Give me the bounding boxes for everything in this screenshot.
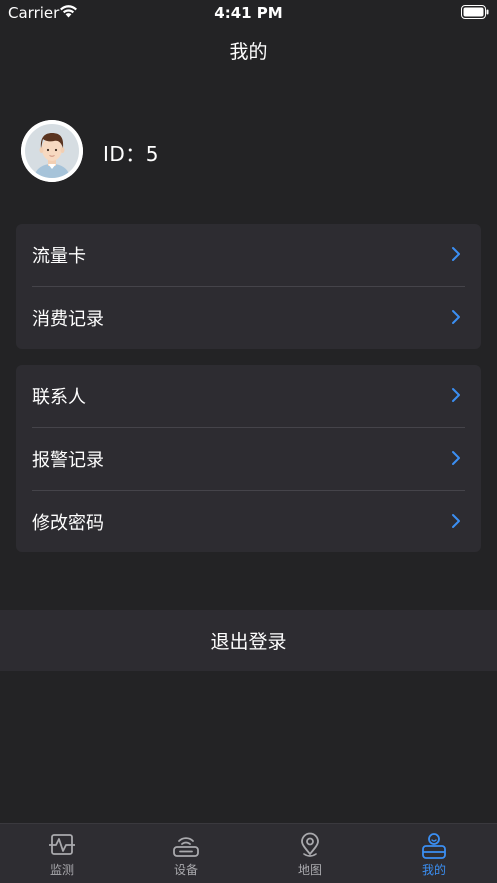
device-icon xyxy=(173,837,199,857)
menu-item-label: 消费记录 xyxy=(32,309,104,330)
map-pin-icon xyxy=(301,832,319,857)
chevron-right-icon xyxy=(452,310,460,324)
menu-item-label: 修改密码 xyxy=(32,513,104,534)
tab-bar: 监测 设备 地图 我的 xyxy=(0,823,497,883)
user-id: ID：5 xyxy=(103,142,160,166)
tab-mine[interactable]: 我的 xyxy=(372,824,496,883)
menu-item-contacts[interactable]: 联系人 xyxy=(16,365,481,427)
profile-header: ID：5 xyxy=(21,120,481,182)
page-title: 我的 xyxy=(229,41,268,63)
chevron-right-icon xyxy=(452,514,460,528)
tab-monitor[interactable]: 监测 xyxy=(0,824,124,883)
monitor-icon xyxy=(49,834,75,855)
tab-label: 地图 xyxy=(297,863,322,877)
logout-label: 退出登录 xyxy=(210,631,287,653)
menu-group-1: 流量卡 消费记录 xyxy=(16,224,481,349)
chevron-right-icon xyxy=(452,247,460,261)
menu-item-label: 报警记录 xyxy=(32,450,104,471)
menu-item-change-password[interactable]: 修改密码 xyxy=(16,491,481,553)
tab-device[interactable]: 设备 xyxy=(124,824,248,883)
battery-icon xyxy=(461,5,489,19)
menu-item-consumption-records[interactable]: 消费记录 xyxy=(16,287,481,349)
avatar[interactable] xyxy=(21,120,83,182)
tab-label: 监测 xyxy=(49,863,74,877)
menu-item-label: 流量卡 xyxy=(32,246,86,267)
logout-button[interactable]: 退出登录 xyxy=(0,610,497,671)
chevron-right-icon xyxy=(452,388,460,402)
tab-map[interactable]: 地图 xyxy=(248,824,372,883)
menu-group-2: 联系人 报警记录 修改密码 xyxy=(16,365,481,552)
clock: 4:41 PM xyxy=(214,4,283,22)
user-icon xyxy=(422,833,446,859)
menu-item-label: 联系人 xyxy=(32,387,86,408)
status-bar: Carrier 4:41 PM xyxy=(0,0,497,26)
avatar-icon xyxy=(21,120,83,182)
menu-item-alarm-records[interactable]: 报警记录 xyxy=(16,428,481,490)
tab-label: 设备 xyxy=(173,863,198,877)
menu-item-data-card[interactable]: 流量卡 xyxy=(16,224,481,286)
chevron-right-icon xyxy=(452,451,460,465)
tab-label: 我的 xyxy=(421,863,446,877)
